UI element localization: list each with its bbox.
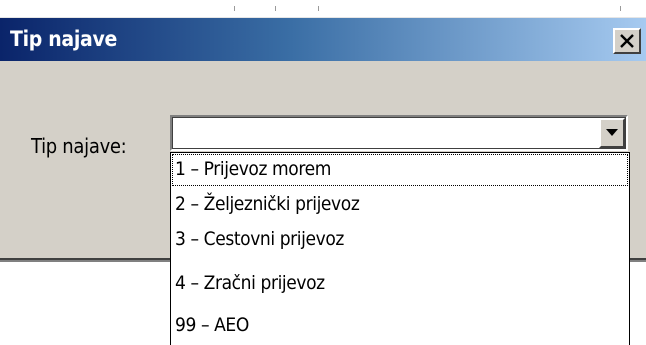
combobox-dropdown-button[interactable] [599,118,625,148]
background-tick [620,6,621,11]
tip-najave-combobox[interactable] [170,115,628,151]
background-tick [234,6,235,11]
tip-najave-dropdown-list[interactable]: 1 – Prijevoz morem 2 – Željeznički prije… [170,152,630,345]
background-window [0,0,646,18]
screen: Tip najave Tip najave: 1 – Prijevoz more… [0,0,646,345]
chevron-down-icon [606,129,618,136]
option-prijevoz-morem[interactable]: 1 – Prijevoz morem [171,153,629,187]
dialog-title: Tip najave [10,27,118,51]
background-tick [275,6,276,11]
option-zeljeznicki-prijevoz[interactable]: 2 – Željeznički prijevoz [171,188,629,222]
tip-najave-label: Tip najave: [31,134,127,158]
background-tick [318,6,319,11]
option-zracni-prijevoz[interactable]: 4 – Zračni prijevoz [171,267,629,301]
close-icon [620,34,634,48]
dialog-titlebar[interactable]: Tip najave [0,18,646,61]
close-button[interactable] [613,28,641,54]
option-cestovni-prijevoz[interactable]: 3 – Cestovni prijevoz [171,223,629,257]
option-aeo[interactable]: 99 – AEO [171,309,629,343]
